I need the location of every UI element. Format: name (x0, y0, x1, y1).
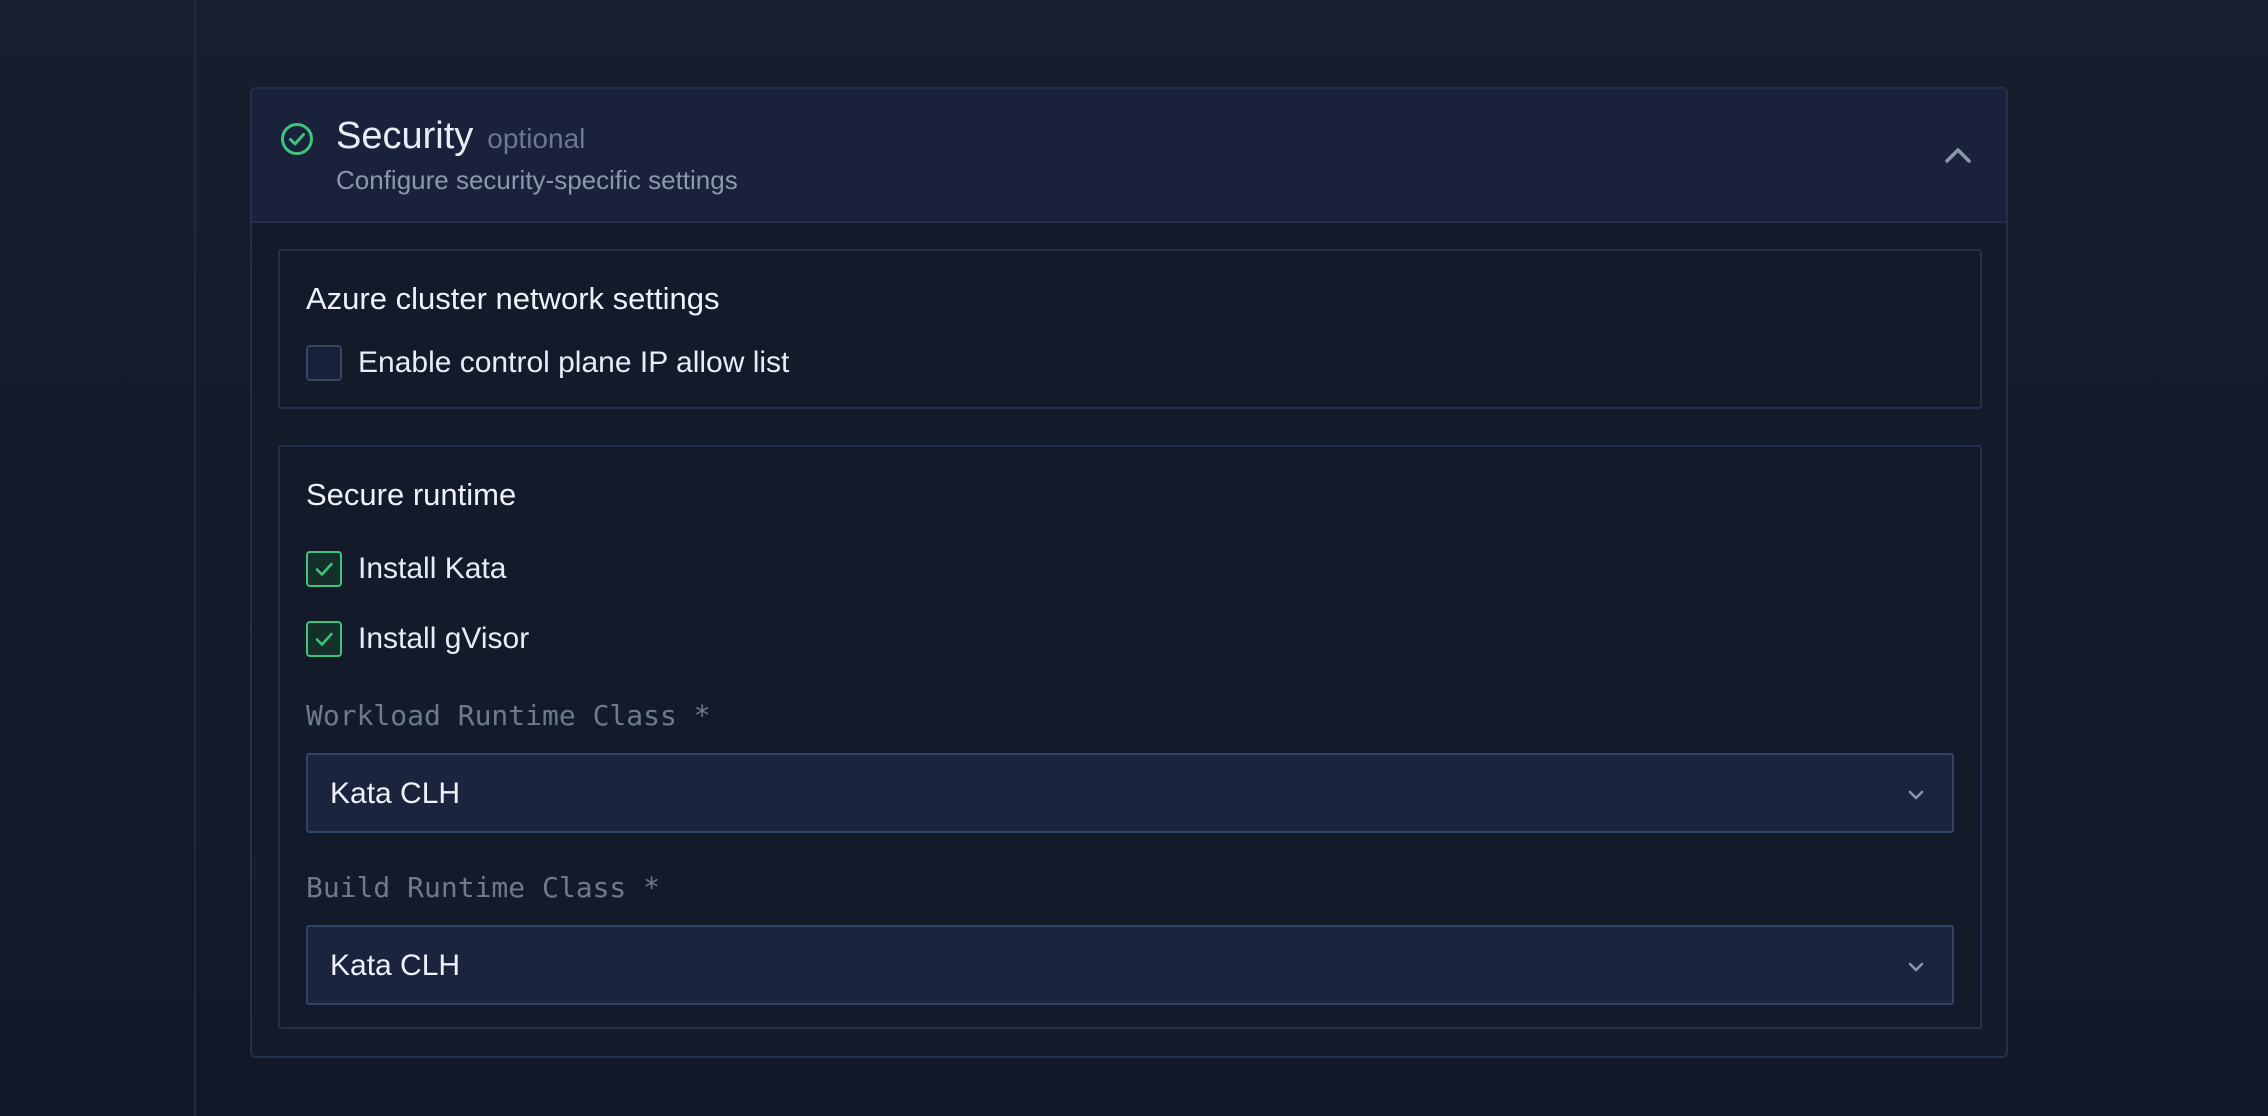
install-kata-label: Install Kata (358, 552, 507, 585)
network-settings-title: Azure cluster network settings (306, 281, 720, 316)
sidebar-divider (194, 0, 196, 1116)
network-settings-section: Azure cluster network settings Enable co… (278, 249, 1982, 409)
chevron-up-icon (1945, 148, 1971, 163)
workload-runtime-value: Kata CLH (330, 777, 461, 810)
checkmark-icon (315, 632, 333, 646)
secure-runtime-section: Secure runtime Install Kata Install gVis… (278, 445, 1982, 1029)
page: Security optional Configure security-spe… (0, 0, 2268, 1116)
security-panel: Security optional Configure security-spe… (250, 87, 2008, 1058)
build-runtime-label: Build Runtime Class * (306, 871, 661, 904)
check-circle-icon (281, 123, 313, 155)
build-runtime-value: Kata CLH (330, 949, 461, 982)
chevron-down-icon (1908, 962, 1924, 972)
panel-subtitle: Configure security-specific settings (336, 165, 738, 195)
checkmark-icon (315, 562, 333, 576)
install-gvisor-option[interactable]: Install gVisor (306, 621, 529, 657)
install-gvisor-label: Install gVisor (358, 622, 530, 655)
secure-runtime-title: Secure runtime (306, 477, 517, 512)
install-kata-checkbox[interactable] (306, 551, 342, 587)
ip-allow-list-label: Enable control plane IP allow list (358, 346, 790, 379)
optional-tag: optional (487, 123, 586, 154)
install-gvisor-checkbox[interactable] (306, 621, 342, 657)
security-panel-header[interactable]: Security optional Configure security-spe… (252, 89, 2006, 223)
build-runtime-select[interactable]: Kata CLH (306, 925, 1954, 1005)
collapse-button[interactable] (1938, 135, 1978, 175)
chevron-down-icon (1908, 790, 1924, 800)
panel-title: Security (336, 115, 474, 157)
workload-runtime-select[interactable]: Kata CLH (306, 753, 1954, 833)
install-kata-option[interactable]: Install Kata (306, 551, 506, 587)
panel-title-row: Security optional (336, 115, 585, 158)
workload-runtime-label: Workload Runtime Class * (306, 699, 711, 732)
ip-allow-list-checkbox[interactable] (306, 345, 342, 381)
ip-allow-list-option[interactable]: Enable control plane IP allow list (306, 345, 789, 381)
